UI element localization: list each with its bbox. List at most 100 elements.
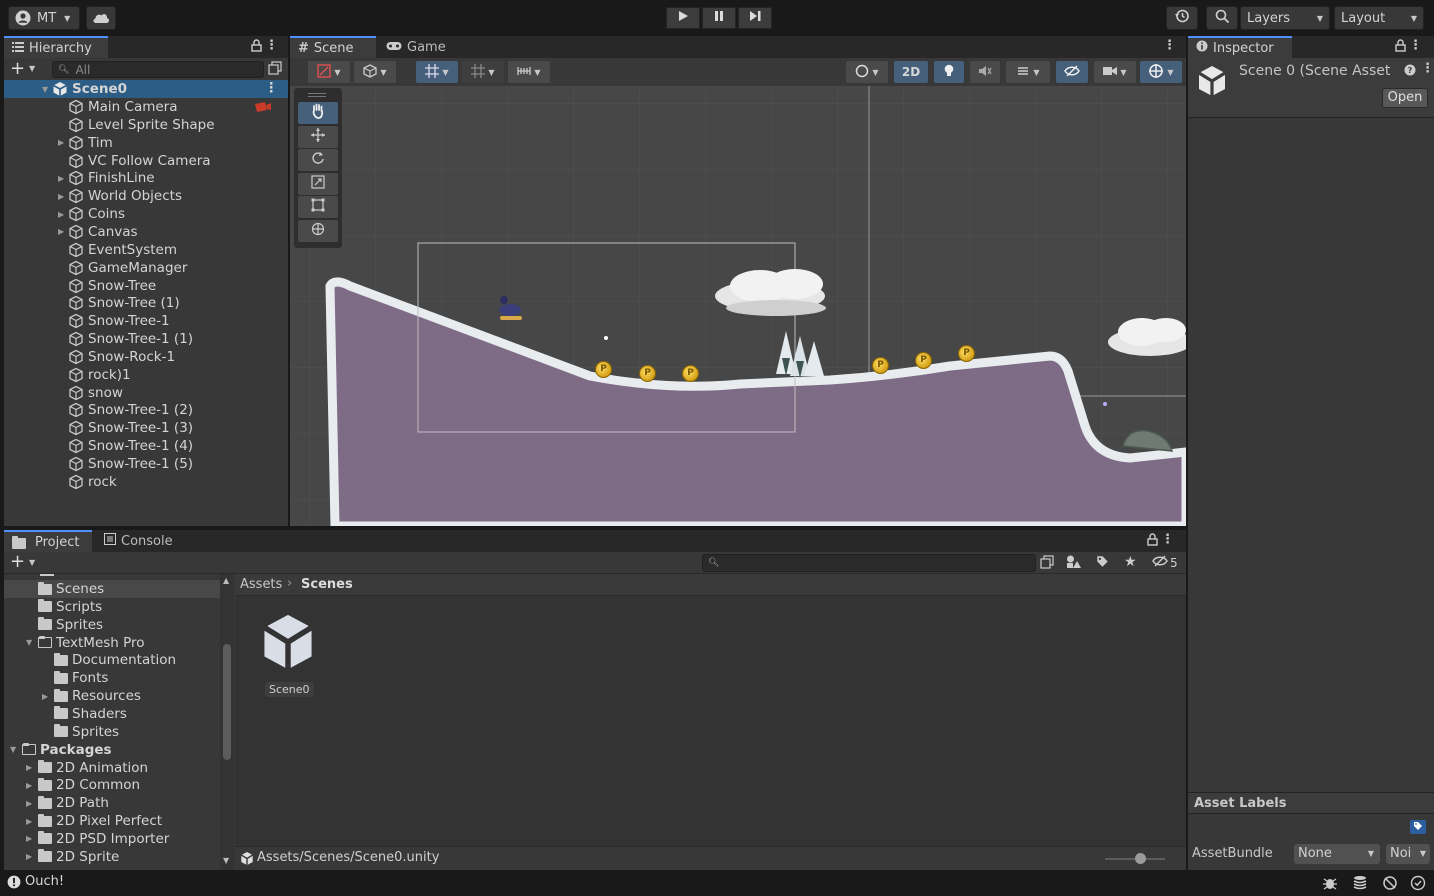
- project-tree-item[interactable]: Shaders: [4, 705, 220, 723]
- kebab-menu-icon[interactable]: ⋮: [1161, 532, 1174, 547]
- check-circle-icon[interactable]: [1410, 875, 1426, 895]
- project-tree-item[interactable]: Documentation: [4, 651, 220, 669]
- star-icon[interactable]: ★: [1124, 554, 1137, 570]
- rect-tool-button[interactable]: [298, 196, 338, 218]
- scene-viewport[interactable]: P P P P P P: [290, 86, 1186, 526]
- hierarchy-item[interactable]: Snow-Tree-1 (5): [4, 455, 290, 473]
- hierarchy-item[interactable]: snow: [4, 384, 290, 402]
- hand-tool-button[interactable]: [298, 102, 338, 124]
- hierarchy-item[interactable]: rock)1: [4, 366, 290, 384]
- project-tree-item[interactable]: ▶ 2D Common: [4, 776, 220, 794]
- project-tree-item[interactable]: ▼ Packages: [4, 741, 220, 759]
- hierarchy-item[interactable]: ▶ FinishLine: [4, 169, 290, 187]
- hierarchy-item[interactable]: Snow-Tree-1 (1): [4, 330, 290, 348]
- project-search-input[interactable]: 🔍︎: [702, 554, 1036, 572]
- play-button[interactable]: [666, 7, 700, 29]
- project-tree-item[interactable]: ▶ 2D Animation: [4, 759, 220, 777]
- help-icon[interactable]: ?: [1404, 64, 1416, 80]
- shading-mode-button[interactable]: ▼: [846, 61, 888, 83]
- breadcrumb-scenes[interactable]: Scenes: [301, 577, 353, 592]
- kebab-menu-icon[interactable]: ⋮: [1163, 38, 1176, 53]
- draw-mode-button[interactable]: ▼: [308, 61, 350, 83]
- breadcrumb-assets[interactable]: Assets: [240, 577, 282, 592]
- hierarchy-item[interactable]: Snow-Tree-1 (3): [4, 419, 290, 437]
- gizmos-button[interactable]: ▼: [1140, 61, 1182, 83]
- icon-size-slider-thumb[interactable]: [1135, 853, 1146, 864]
- chevron-down-icon[interactable]: ▼: [29, 558, 35, 567]
- chevron-down-icon[interactable]: ▼: [29, 64, 35, 73]
- expand-triangle-icon[interactable]: ▶: [58, 227, 68, 236]
- hierarchy-item[interactable]: GameManager: [4, 259, 290, 277]
- pause-button[interactable]: [702, 7, 736, 29]
- project-tree-item[interactable]: ▶ 2D Pixel Perfect: [4, 812, 220, 830]
- open-button[interactable]: Open: [1382, 88, 1428, 108]
- account-dropdown[interactable]: MT ▼: [8, 6, 80, 30]
- assetbundle-dropdown[interactable]: None ▼: [1294, 844, 1380, 864]
- grid-snapping-button[interactable]: ▼: [416, 61, 458, 83]
- hierarchy-item[interactable]: Main Camera: [4, 98, 290, 116]
- expand-triangle-icon[interactable]: ▶: [26, 781, 38, 790]
- expand-triangle-icon[interactable]: ▶: [58, 210, 68, 219]
- hierarchy-scene-row[interactable]: ▼ Scene0 ⋮: [4, 80, 288, 98]
- lock-icon[interactable]: [251, 39, 262, 56]
- filter-by-type-icon[interactable]: [1066, 555, 1081, 573]
- audio-toggle[interactable]: [970, 61, 1000, 83]
- step-button[interactable]: [738, 7, 772, 29]
- kebab-menu-icon[interactable]: ⋮: [1409, 38, 1422, 53]
- hidden-packages-toggle[interactable]: 5: [1152, 555, 1178, 571]
- scale-tool-button[interactable]: [298, 173, 338, 195]
- assetbundle-variant-dropdown[interactable]: Noi ▼: [1386, 844, 1430, 864]
- project-tree-scrollbar[interactable]: ▲ ▼: [220, 574, 234, 870]
- add-icon[interactable]: +: [10, 551, 25, 572]
- project-tree-item[interactable]: Sprites: [4, 723, 220, 741]
- add-icon[interactable]: +: [10, 58, 25, 79]
- expand-triangle-icon[interactable]: ▶: [26, 799, 38, 808]
- expand-triangle-icon[interactable]: ▶: [26, 763, 38, 772]
- expand-triangle-icon[interactable]: ▶: [26, 817, 38, 826]
- kebab-menu-icon[interactable]: ⋮: [1421, 61, 1434, 76]
- render-mode-button[interactable]: ▼: [354, 61, 396, 83]
- tab-project[interactable]: Project: [4, 530, 92, 552]
- hierarchy-item[interactable]: ▶ Tim: [4, 134, 290, 152]
- project-tree-item[interactable]: ▶ 2D Path: [4, 794, 220, 812]
- scroll-up-icon[interactable]: ▲: [223, 576, 229, 585]
- move-tool-button[interactable]: [298, 126, 338, 148]
- scene-visibility-icon[interactable]: [268, 61, 282, 79]
- scroll-down-icon[interactable]: ▼: [223, 856, 229, 865]
- cache-server-icon[interactable]: [1352, 875, 1368, 895]
- drag-handle-icon[interactable]: [308, 93, 326, 97]
- layout-dropdown[interactable]: Layout ▼: [1334, 6, 1424, 30]
- tab-game[interactable]: Game: [378, 36, 458, 58]
- hierarchy-item[interactable]: EventSystem: [4, 241, 290, 259]
- tab-console[interactable]: Console: [96, 530, 182, 552]
- hierarchy-item[interactable]: rock: [4, 473, 290, 491]
- hierarchy-item[interactable]: Snow-Tree: [4, 277, 290, 295]
- hierarchy-item[interactable]: Snow-Rock-1: [4, 348, 290, 366]
- project-tree-item[interactable]: ▶ Resources: [4, 687, 220, 705]
- scene-asset-item[interactable]: Scene0: [253, 610, 323, 700]
- expand-triangle-icon[interactable]: ▼: [42, 85, 52, 94]
- hierarchy-item[interactable]: ▶ World Objects: [4, 187, 290, 205]
- hierarchy-item[interactable]: Snow-Tree-1: [4, 312, 290, 330]
- scrollbar-thumb[interactable]: [223, 644, 231, 760]
- expand-triangle-icon[interactable]: ▶: [26, 834, 38, 843]
- debug-bug-icon[interactable]: [1322, 875, 1338, 895]
- increment-snap-button[interactable]: ▼: [508, 61, 550, 83]
- 2d-mode-toggle[interactable]: 2D: [894, 61, 928, 83]
- tab-inspector[interactable]: Inspector: [1188, 36, 1292, 58]
- search-button[interactable]: [1206, 6, 1238, 30]
- rotate-tool-button[interactable]: [298, 149, 338, 171]
- project-tree-item[interactable]: Scenes: [4, 580, 220, 598]
- hierarchy-item[interactable]: Snow-Tree-1 (4): [4, 437, 290, 455]
- tab-hierarchy[interactable]: Hierarchy: [4, 36, 108, 58]
- layers-dropdown[interactable]: Layers ▼: [1240, 6, 1330, 30]
- expand-triangle-icon[interactable]: ▶: [58, 138, 68, 147]
- cloud-button[interactable]: [86, 6, 116, 30]
- auto-generate-lighting-icon[interactable]: [1382, 875, 1398, 895]
- hierarchy-item[interactable]: ▶ Canvas: [4, 223, 290, 241]
- hierarchy-item[interactable]: Snow-Tree (1): [4, 294, 290, 312]
- camera-button[interactable]: ▼: [1094, 61, 1136, 83]
- status-message[interactable]: Ouch!: [25, 874, 64, 889]
- expand-triangle-icon[interactable]: ▶: [58, 174, 68, 183]
- label-tag-button[interactable]: [1410, 820, 1426, 834]
